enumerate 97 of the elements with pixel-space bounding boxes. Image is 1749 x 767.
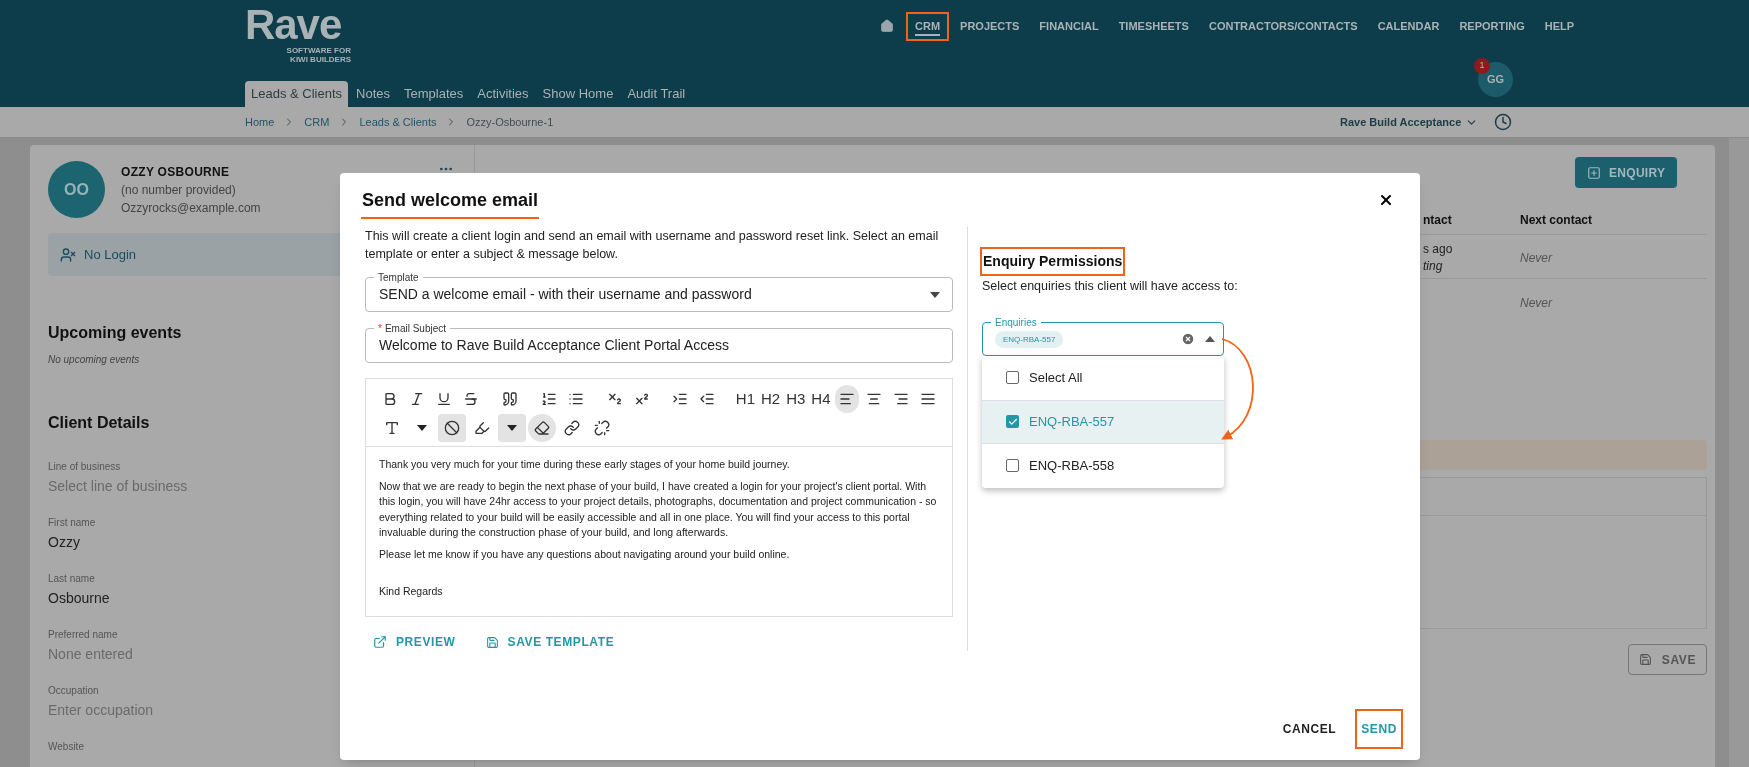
subject-value: Welcome to Rave Build Acceptance Client Portal Access	[379, 336, 729, 356]
enquiry-option[interactable]: ENQ-RBA-558	[982, 443, 1224, 488]
send-button[interactable]: SEND	[1357, 711, 1401, 747]
message-paragraph: Please let me know if you have any questions about navigating around your build online.	[379, 546, 791, 562]
checkbox[interactable]	[1006, 371, 1019, 385]
message-paragraph: Thank you very much for your time during these early stages of your home build journey.	[379, 457, 791, 473]
table-cell: ting	[1423, 258, 1443, 275]
field-value[interactable]: Ozzy	[48, 532, 80, 553]
none-button[interactable]	[438, 414, 466, 443]
enquiry-chip[interactable]: ENQ-RBA-557	[995, 331, 1064, 349]
logo-text: Rave	[245, 4, 342, 46]
external-link-icon	[373, 635, 387, 649]
save-template-button[interactable]: SAVE TEMPLATE	[485, 633, 615, 651]
unlink-icon	[594, 420, 610, 437]
breadcrumb-link[interactable]: Home	[245, 113, 275, 131]
logo-tagline: SOFTWARE FOR KIWI BUILDERS	[285, 46, 351, 64]
field-label: Preferred name	[48, 628, 118, 642]
column-header: ntact	[1423, 212, 1452, 229]
align-left-button[interactable]	[834, 385, 860, 414]
field-label: Line of business	[48, 460, 121, 474]
sub-tab[interactable]: Show Home	[536, 81, 620, 107]
underline-icon	[436, 391, 453, 408]
field-label: Template	[374, 270, 423, 285]
template-value: SEND a welcome email - with their username and password	[379, 285, 752, 305]
heading-button[interactable]: H3	[784, 385, 808, 414]
strikethrough-icon	[463, 391, 480, 408]
enquiry-button[interactable]: ENQUIRY	[1575, 157, 1678, 188]
breadcrumb-link[interactable]: Leads & Clients	[359, 113, 437, 131]
enquiry-option[interactable]: Select All	[982, 355, 1224, 400]
table-cell-text: Never	[1520, 250, 1552, 267]
field-label: Last name	[48, 572, 95, 586]
caret-up-icon[interactable]	[1205, 335, 1215, 342]
text-icon	[384, 420, 400, 437]
heading-button[interactable]: H2	[759, 385, 783, 414]
plus-square-icon	[1587, 165, 1601, 180]
dialog-title: Send welcome email	[361, 187, 540, 219]
marker-icon	[474, 420, 490, 437]
client-email: Ozzyrocks@example.com	[121, 199, 261, 217]
clear-icon[interactable]	[1181, 331, 1195, 346]
numbered-list-icon	[540, 391, 557, 408]
clock-icon[interactable]	[1494, 113, 1513, 131]
preview-button[interactable]: PREVIEW	[373, 633, 456, 651]
user-off-icon	[60, 246, 76, 263]
column-header: Next contact	[1520, 212, 1593, 229]
section-title: Upcoming events	[48, 323, 182, 343]
caret-icon	[416, 424, 428, 433]
table-cell-text: Never	[1520, 295, 1552, 312]
heading-button[interactable]: H4	[809, 385, 833, 414]
cancel-button[interactable]: CANCEL	[1279, 711, 1340, 747]
quote-icon	[502, 391, 518, 408]
eraser-button[interactable]	[528, 414, 556, 443]
permissions-subtitle: Select enquiries this client will have access to:	[982, 278, 1238, 295]
sub-tab[interactable]: Activities	[471, 81, 535, 107]
eraser-icon	[534, 420, 550, 437]
nav-tab[interactable]: PROJECTS	[953, 14, 1027, 39]
client-phone: (no number provided)	[121, 181, 236, 199]
message-editor[interactable]	[365, 378, 953, 617]
heading-button[interactable]: H1	[733, 385, 757, 414]
sub-tab[interactable]: Audit Trail	[621, 81, 692, 107]
home-icon[interactable]	[880, 19, 894, 34]
breadcrumb-link[interactable]: CRM	[304, 113, 330, 131]
client-name: OZZY OSBOURNE	[121, 163, 230, 181]
sub-tab[interactable]: Templates	[398, 81, 470, 107]
sub-tab[interactable]: Notes	[350, 81, 397, 107]
save-button[interactable]: SAVE	[1627, 644, 1707, 675]
nav-tab[interactable]: CONTRACTORS/CONTACTS	[1201, 14, 1365, 39]
client-avatar: OO	[48, 161, 105, 218]
field-value[interactable]: Osbourne	[48, 588, 110, 609]
nav-tab[interactable]: HELP	[1537, 14, 1582, 39]
no-entry-icon	[444, 420, 460, 437]
close-icon[interactable]	[1378, 192, 1394, 208]
message-paragraph: Now that we are ready to begin the next phase of your build, I have created a login for your project's client portal. With this login, you will have 24hr access to your project details, photographs, documentation and project communication - so everything related to your build will be easily accessible and all in one place. You will find your access to this portal invaluable during the construction phase of your build, and long afterwards.	[379, 478, 938, 541]
checkbox[interactable]	[1006, 459, 1019, 473]
table-cell: s ago	[1423, 241, 1453, 258]
nav-tab[interactable]: FINANCIAL	[1032, 14, 1106, 39]
field-label: Website	[48, 740, 84, 754]
message-paragraph: Kind Regards	[379, 584, 444, 600]
sub-tab[interactable]: Leads & Clients	[245, 81, 349, 107]
field-label: Occupation	[48, 684, 99, 698]
notification-badge: 1	[1474, 58, 1490, 74]
nav-tab[interactable]: CRM	[908, 14, 948, 39]
caret-icon	[506, 424, 518, 433]
nav-tab[interactable]: TIMESHEETS	[1111, 14, 1196, 39]
checkbox[interactable]	[1006, 415, 1019, 429]
enquiry-option[interactable]: ENQ-RBA-557	[982, 399, 1224, 444]
section-title: Client Details	[48, 413, 150, 433]
nav-tab[interactable]: REPORTING	[1452, 14, 1532, 39]
caret-button[interactable]	[498, 414, 526, 443]
check-icon	[1007, 416, 1018, 427]
dropdown-caret-icon	[930, 291, 940, 298]
permissions-title: Enquiry Permissions	[982, 249, 1124, 274]
nav-tab[interactable]: CALENDAR	[1370, 14, 1447, 39]
breadcrumb-link[interactable]: Ozzy-Osbourne-1	[466, 113, 554, 131]
field-label: First name	[48, 516, 96, 530]
link-icon	[564, 420, 580, 437]
company-selector[interactable]: Rave Build Acceptance	[1340, 113, 1479, 131]
empty-events-text: No upcoming events	[48, 353, 140, 367]
